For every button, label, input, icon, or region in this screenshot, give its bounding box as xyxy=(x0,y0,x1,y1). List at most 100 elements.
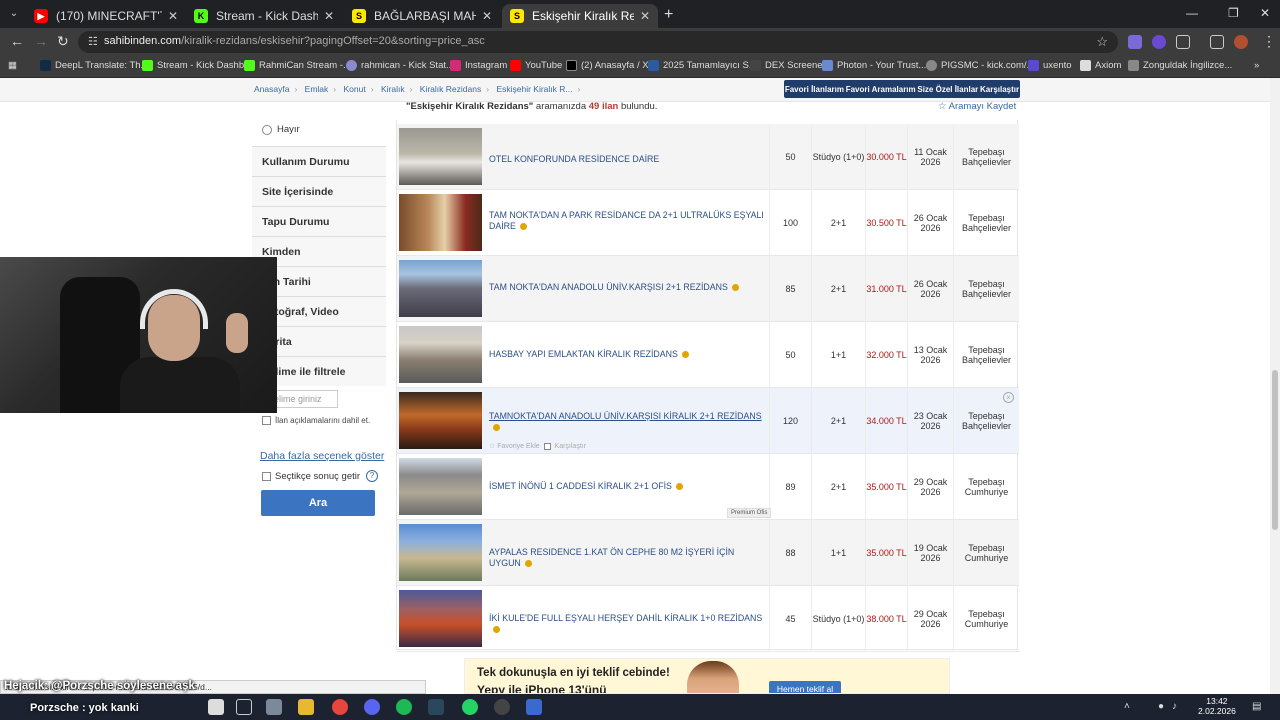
listing-title[interactable]: TAM NOKTA'DAN A PARK RESİDANCE DA 2+1 UL… xyxy=(489,210,767,232)
bookmark-item[interactable]: Photon - Your Trust... xyxy=(822,60,926,71)
notification-icon[interactable]: ▤ xyxy=(1252,701,1261,712)
bookmark-item[interactable]: (2) Anasayfa / X xyxy=(566,60,649,71)
app-icon[interactable] xyxy=(494,699,510,715)
filter-in-site[interactable]: Site İçerisinde xyxy=(252,176,386,206)
listing-thumbnail[interactable] xyxy=(399,128,482,185)
back-icon[interactable]: ← xyxy=(10,33,24,49)
tab-search-icon[interactable]: ⌄ xyxy=(6,6,22,22)
listing-thumbnail[interactable] xyxy=(399,392,482,449)
chrome-icon[interactable] xyxy=(332,699,348,715)
listing-title[interactable]: İKİ KULE'de FULL EŞYALI HERŞEY DAHİL KİR… xyxy=(489,613,767,635)
media-icon[interactable] xyxy=(1210,35,1224,49)
bookmark-item[interactable]: DeepL Translate: Th... xyxy=(40,60,148,71)
extension-icon[interactable] xyxy=(1128,35,1142,49)
save-search-link[interactable]: ☆ Aramayı Kaydet xyxy=(938,101,1016,112)
listing-title[interactable]: HASBAY YAPI EMLAKTAN KİRALIK REZİDANS xyxy=(489,349,767,360)
filter-deed-status[interactable]: Tapu Durumu xyxy=(252,206,386,236)
ad-cta-button[interactable]: Hemen teklif al xyxy=(769,681,841,693)
listing-title[interactable]: İSMET İNÖNÜ 1 CADDESİ KİRALIK 2+1 OFİS xyxy=(489,481,767,492)
close-window-icon[interactable]: ✕ xyxy=(1260,6,1270,20)
favorite-searches-link[interactable]: Favori Aramalarım xyxy=(846,85,916,94)
tab-sahibinden-1[interactable]: S BAĞLARBAŞI MAH. TUZLA CAD. ✕ xyxy=(344,4,500,28)
compare-link[interactable]: Karşılaştır xyxy=(980,85,1019,94)
tray-chevron-icon[interactable]: ˄ xyxy=(1124,701,1130,712)
radio-button[interactable] xyxy=(262,124,272,135)
listing-thumbnail[interactable] xyxy=(399,524,482,581)
listing-row[interactable]: AYPALAS RESIDENCE 1.KAT ÖN CEPHE 80 M2 İ… xyxy=(397,520,1019,586)
tab-youtube[interactable]: ▶ (170) MINECRAFT'TA SAKLAMBAÇ ✕ xyxy=(26,4,186,28)
profile-avatar[interactable] xyxy=(1234,35,1248,49)
reload-icon[interactable]: ↻ xyxy=(57,33,69,50)
bookmark-item[interactable]: rahmican - Kick Stat... xyxy=(346,60,454,71)
bookmark-item[interactable]: YouTube xyxy=(510,60,562,71)
more-bookmarks-icon[interactable]: » xyxy=(1254,60,1259,71)
bookmark-item[interactable]: PIGSMC - kick.com/... xyxy=(926,60,1034,71)
listing-row[interactable]: OTEL KONFORUNDA RESİDENCE DAİRE 50 Stüdyo … xyxy=(397,124,1019,190)
listing-thumbnail[interactable] xyxy=(399,590,482,647)
include-description-checkbox[interactable]: İlan açıklamalarını dahil et. xyxy=(262,416,370,425)
bookmark-item[interactable]: Axiom xyxy=(1080,60,1121,71)
hide-listing-icon[interactable]: × xyxy=(1003,392,1014,403)
bookmark-star-icon[interactable]: ☆ xyxy=(1096,34,1108,50)
compare-checkbox[interactable] xyxy=(543,442,551,450)
extensions-puzzle-icon[interactable] xyxy=(1176,35,1190,49)
whatsapp-icon[interactable] xyxy=(462,699,478,715)
scrollbar-thumb[interactable] xyxy=(1272,370,1278,530)
filter-usage-status[interactable]: Kullanım Durumu xyxy=(252,146,386,176)
tab-sahibinden-active[interactable]: S Eskişehir Kiralık Rezidans Fiyatl ✕ xyxy=(502,4,658,28)
listing-title[interactable]: TAM NOKTA'DAN ANADOLU ÜNİV.KARŞISI 2+1 R… xyxy=(489,282,767,293)
extension-icon[interactable] xyxy=(1152,35,1166,49)
more-options-link[interactable]: Daha fazla seçenek göster xyxy=(260,450,384,462)
bookmark-item[interactable]: Stream - Kick Dashb... xyxy=(142,60,252,71)
address-bar[interactable]: ☷ sahibinden.com/kiralik-rezidans/eskise… xyxy=(78,31,1118,53)
steam-icon[interactable] xyxy=(428,699,444,715)
checkbox[interactable] xyxy=(262,416,271,425)
mic-icon[interactable]: ● xyxy=(1158,701,1164,712)
breadcrumb-item[interactable]: Kiralık xyxy=(381,84,405,94)
bookmark-item[interactable]: Instagram xyxy=(450,60,507,71)
breadcrumb-item[interactable]: Eskişehir Kiralık R... xyxy=(496,84,572,94)
bookmark-item[interactable]: uxento xyxy=(1028,60,1072,71)
listing-thumbnail[interactable] xyxy=(399,458,482,515)
menu-icon[interactable]: ⋮ xyxy=(1262,33,1276,50)
discord-icon[interactable] xyxy=(364,699,380,715)
favorite-listings-link[interactable]: Favori İlanlarım xyxy=(785,85,844,94)
bookmark-item[interactable]: DEX Screener xyxy=(750,60,826,71)
close-icon[interactable]: ✕ xyxy=(324,9,334,23)
app-icon[interactable] xyxy=(526,699,542,715)
bookmark-item[interactable]: RahmiCan Stream -... xyxy=(244,60,351,71)
ad-banner[interactable]: Tek dokunuşla en iyi teklif cebinde! Yep… xyxy=(464,658,950,694)
listing-row[interactable]: TAM NOKTA'DAN ANADOLU ÜNİV.KARŞISI 2+1 R… xyxy=(397,256,1019,322)
listing-row[interactable]: İKİ KULE'de FULL EŞYALI HERŞEY DAHİL KİR… xyxy=(397,586,1019,652)
app-icon[interactable] xyxy=(266,699,282,715)
start-icon[interactable] xyxy=(208,699,224,715)
favorite-star-icon[interactable]: ☆ xyxy=(489,442,495,450)
breadcrumb-item[interactable]: Kiralık Rezidans xyxy=(420,84,481,94)
minimize-icon[interactable]: — xyxy=(1186,6,1198,20)
radio-no[interactable]: Hayır xyxy=(262,124,300,135)
search-button[interactable]: Ara xyxy=(261,490,375,516)
tab-kick[interactable]: K Stream - Kick Dashboard ✕ xyxy=(186,4,342,28)
bookmark-item[interactable]: Zonguldak İngilizce... xyxy=(1128,60,1232,71)
listing-row[interactable]: TAM NOKTA'DAN A PARK RESİDANCE DA 2+1 UL… xyxy=(397,190,1019,256)
live-results-checkbox[interactable]: Seçtikçe sonuç getir? xyxy=(262,470,379,482)
help-icon[interactable]: ? xyxy=(366,470,379,482)
task-view-icon[interactable] xyxy=(236,699,252,715)
file-explorer-icon[interactable] xyxy=(298,699,314,715)
maximize-icon[interactable]: ❐ xyxy=(1228,6,1239,20)
listing-thumbnail[interactable] xyxy=(399,260,482,317)
listing-row[interactable]: TAMNOKTA'DAN ANADOLU ÜNİV.KARŞISI KİRALI… xyxy=(397,388,1019,454)
listing-title[interactable]: TAMNOKTA'DAN ANADOLU ÜNİV.KARŞISI KİRALI… xyxy=(489,411,767,433)
apps-icon[interactable]: ▦ xyxy=(8,60,17,71)
forward-icon[interactable]: → xyxy=(34,33,48,49)
site-info-icon[interactable]: ☷ xyxy=(88,35,98,48)
listing-row[interactable]: İSMET İNÖNÜ 1 CADDESİ KİRALIK 2+1 OFİS 89… xyxy=(397,454,1019,520)
close-icon[interactable]: ✕ xyxy=(482,9,492,23)
bookmark-item[interactable]: 2025 Tamamlayıcı S... xyxy=(648,60,757,71)
add-favorite-link[interactable]: Favoriye Ekle xyxy=(497,443,539,450)
checkbox[interactable] xyxy=(262,471,271,481)
listing-thumbnail[interactable] xyxy=(399,326,482,383)
special-listings-link[interactable]: Size Özel İlanlar xyxy=(917,85,978,94)
breadcrumb-item[interactable]: Emlak xyxy=(305,84,329,94)
listing-thumbnail[interactable] xyxy=(399,194,482,251)
